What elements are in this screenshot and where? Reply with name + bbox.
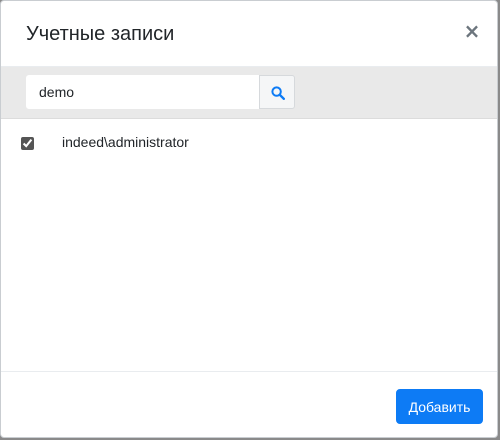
account-list-item: indeed\administrator	[21, 133, 189, 153]
dialog-title: Учетные записи	[26, 23, 175, 45]
dialog-body: indeed\administrator	[1, 119, 497, 371]
dialog-header: Учетные записи ×	[1, 1, 497, 67]
add-button[interactable]: Добавить	[396, 389, 483, 424]
account-label: indeed\administrator	[62, 134, 189, 150]
search-input[interactable]	[26, 75, 259, 109]
search-bar	[1, 67, 497, 119]
dialog-footer: Добавить	[1, 371, 497, 437]
search-icon	[271, 86, 285, 100]
close-button[interactable]: ×	[460, 19, 484, 43]
account-checkbox[interactable]	[21, 136, 34, 150]
search-button[interactable]	[259, 75, 295, 109]
accounts-dialog: Учетные записи × indeed\administrator До…	[0, 0, 498, 438]
